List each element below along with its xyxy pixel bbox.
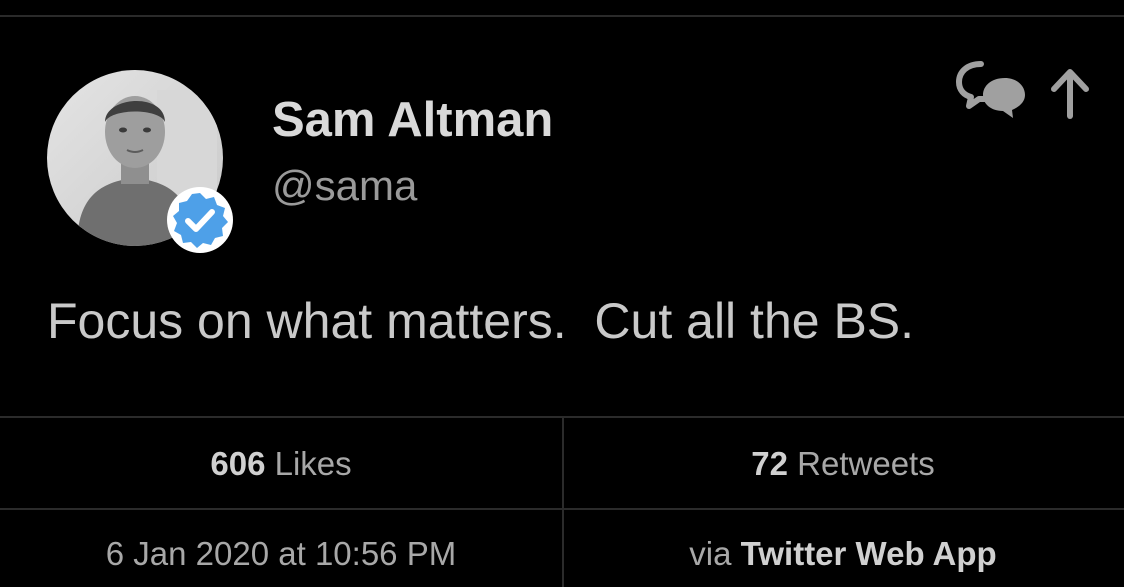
via-label: via	[689, 535, 732, 572]
tweet-source: via Twitter Web App	[562, 535, 1124, 573]
conversation-icon[interactable]	[956, 61, 1025, 118]
source-app[interactable]: Twitter Web App	[741, 535, 997, 572]
likes-stat[interactable]: 606 Likes	[0, 445, 562, 483]
retweets-count: 72	[751, 445, 788, 482]
author-handle[interactable]: @sama	[272, 162, 417, 210]
likes-label: Likes	[274, 445, 352, 482]
share-arrow-icon[interactable]	[1051, 69, 1089, 119]
retweets-stat[interactable]: 72 Retweets	[562, 445, 1124, 483]
top-divider	[0, 15, 1124, 17]
tweet-actions	[956, 61, 1089, 119]
tweet-text: Focus on what matters. Cut all the BS.	[47, 293, 915, 349]
verified-badge-icon	[167, 187, 233, 253]
author-name[interactable]: Sam Altman	[272, 92, 553, 148]
likes-count: 606	[210, 445, 266, 482]
tweet-date: 6 Jan 2020 at 10:56 PM	[105, 535, 457, 572]
retweets-label: Retweets	[797, 445, 935, 482]
